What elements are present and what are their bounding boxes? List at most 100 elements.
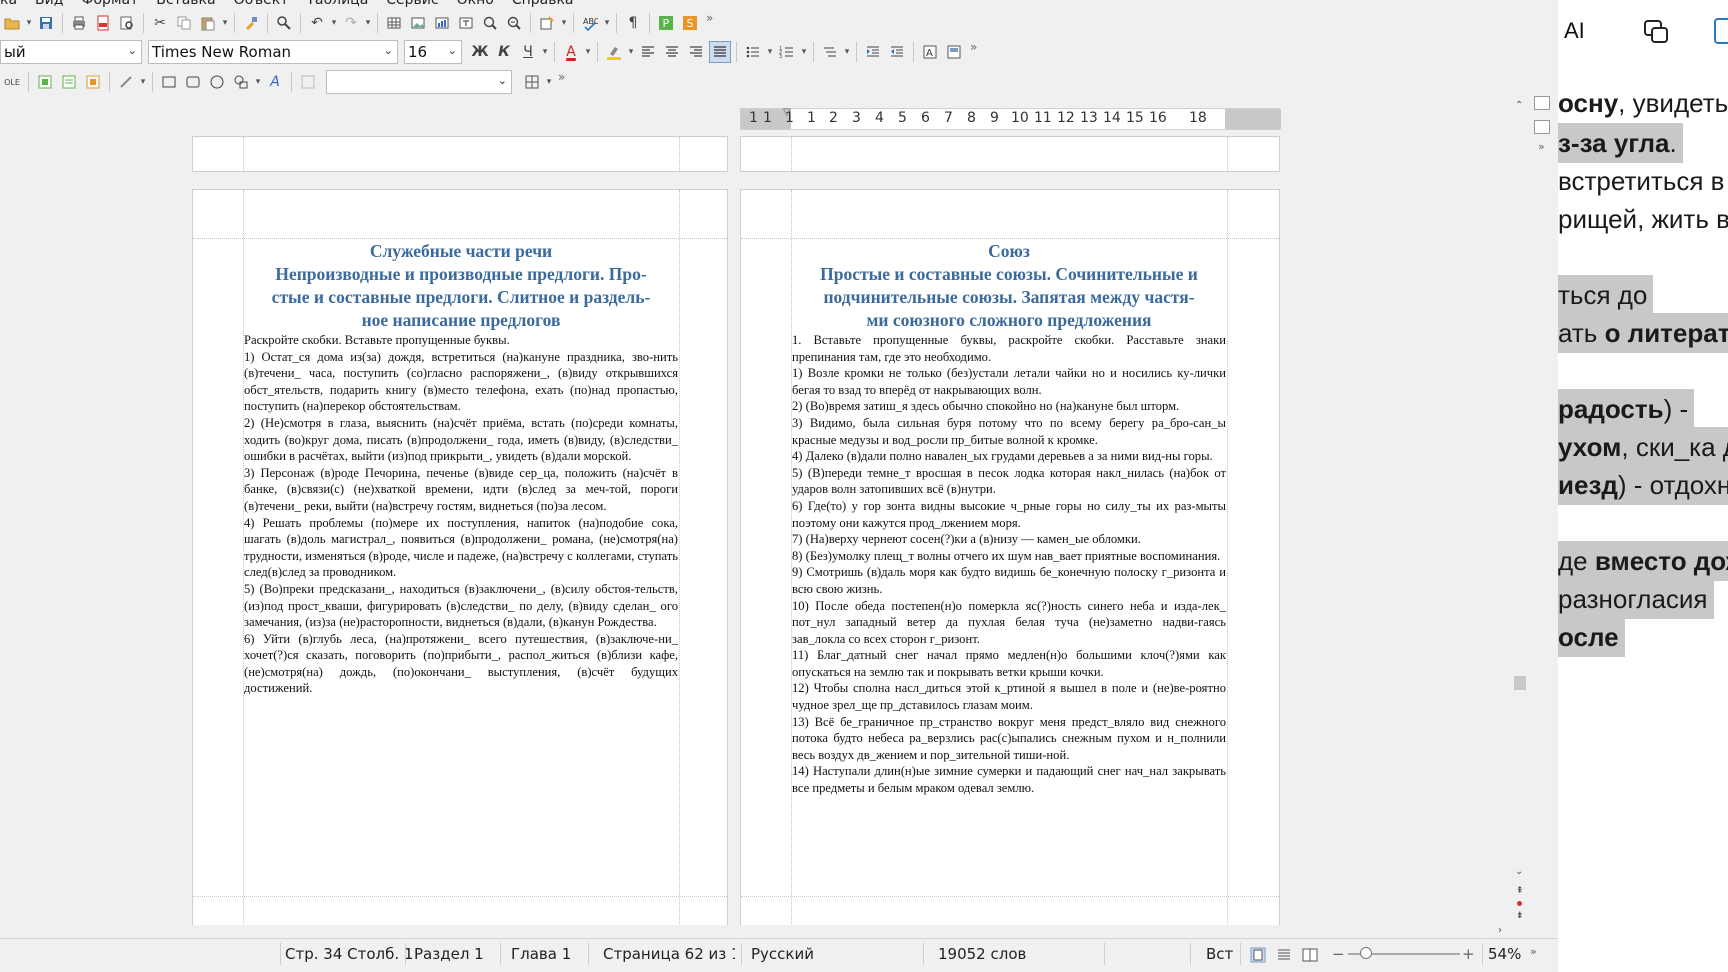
page-indicator[interactable]: Страница 62 из 130: [603, 945, 735, 963]
page-left-content[interactable]: Служебные части речи Непроизводные и прои…: [244, 240, 678, 697]
page-style-icon[interactable]: [943, 41, 965, 63]
print-icon[interactable]: [68, 12, 90, 34]
menu-item[interactable]: Вид: [35, 0, 63, 8]
document-canvas[interactable]: 1 1 1 1 2 3 4 5 6 7 8 9 10 11 12 13 14 15 16 18 ▽ Служебные …: [0, 96, 1520, 936]
page-right[interactable]: Союз Простые и составные союзы. Сочинител…: [740, 189, 1280, 936]
insert-table-icon[interactable]: [383, 12, 405, 34]
orange-form-icon[interactable]: [82, 71, 104, 93]
scroll-down-icon[interactable]: ⌄: [1515, 866, 1523, 877]
insert-chart-icon[interactable]: [431, 12, 453, 34]
chat-icon[interactable]: [1642, 18, 1670, 51]
toolbar-overflow-icon[interactable]: »: [706, 11, 713, 25]
zoom-in-icon[interactable]: [479, 12, 501, 34]
export-pdf-icon[interactable]: [92, 12, 114, 34]
bullet-list-dropdown-icon[interactable]: ▾: [765, 47, 775, 57]
underline-dropdown-icon[interactable]: ▾: [540, 47, 550, 57]
macro-s-icon[interactable]: S: [679, 12, 701, 34]
shapes-dropdown-icon[interactable]: ▾: [253, 77, 263, 87]
outline-dropdown-icon[interactable]: ▾: [842, 47, 852, 57]
undo-dropdown-icon[interactable]: ▾: [329, 18, 339, 28]
highlight-dropdown-icon[interactable]: ▾: [626, 47, 636, 57]
line-dropdown-icon[interactable]: ▾: [138, 77, 148, 87]
highlight-color-icon[interactable]: [603, 41, 625, 63]
insert-textbox-icon[interactable]: [455, 12, 477, 34]
previous-page-icon[interactable]: ⇞: [1516, 886, 1524, 896]
align-left-icon[interactable]: [637, 41, 659, 63]
rectangle-tool-icon[interactable]: [158, 71, 180, 93]
insert-image-icon[interactable]: [407, 12, 429, 34]
save-icon[interactable]: [35, 12, 57, 34]
styles-icon[interactable]: [1534, 120, 1550, 134]
spellcheck-icon[interactable]: ABC: [579, 12, 601, 34]
properties-icon[interactable]: [1534, 96, 1550, 110]
menu-item[interactable]: Формат: [81, 0, 138, 8]
paste-dropdown-icon[interactable]: ▾: [220, 18, 230, 28]
line-tool-icon[interactable]: [115, 71, 137, 93]
frame-icon[interactable]: [297, 71, 319, 93]
paragraph-dialog-icon[interactable]: A: [919, 41, 941, 63]
section-indicator[interactable]: Раздел 1: [414, 945, 484, 963]
horizontal-ruler[interactable]: 1 1 1 1 2 3 4 5 6 7 8 9 10 11 12 13 14 15 16 18 ▽: [740, 107, 1281, 130]
align-center-icon[interactable]: [661, 41, 683, 63]
page-right-content[interactable]: Союз Простые и составные союзы. Сочинител…: [792, 240, 1226, 797]
shapes-icon[interactable]: [230, 71, 252, 93]
open-folder-icon[interactable]: [1, 12, 23, 34]
italic-button[interactable]: К: [493, 41, 515, 63]
translate-icon[interactable]: [1714, 18, 1728, 44]
menu-item[interactable]: Справка: [512, 0, 574, 8]
menu-item[interactable]: Вставка: [156, 0, 215, 8]
fontwork-icon[interactable]: A: [264, 71, 286, 93]
cursor-position[interactable]: Стр. 34 Столб. 1: [285, 945, 413, 963]
redo-icon[interactable]: ↷: [340, 12, 362, 34]
green-field-icon[interactable]: [34, 71, 56, 93]
zoom-slider-handle[interactable]: [1360, 947, 1372, 959]
bold-button[interactable]: Ж: [469, 41, 491, 63]
menu-item[interactable]: Сервис: [386, 0, 438, 8]
menu-item[interactable]: Объект: [234, 0, 289, 8]
find-replace-icon[interactable]: [273, 12, 295, 34]
scroll-right-icon[interactable]: ›: [1498, 925, 1502, 936]
insert-mode[interactable]: Вст: [1206, 945, 1233, 963]
spellcheck-dropdown-icon[interactable]: ▾: [602, 18, 612, 28]
ai-button[interactable]: AI: [1564, 18, 1585, 44]
toolbar-overflow-icon[interactable]: »: [970, 40, 977, 54]
table-borders-icon[interactable]: [521, 71, 543, 93]
statusbar-overflow-icon[interactable]: »: [1530, 945, 1537, 958]
multi-page-view-icon[interactable]: [1276, 947, 1292, 967]
undo-icon[interactable]: ↶: [306, 12, 328, 34]
numbered-list-dropdown-icon[interactable]: ▾: [799, 47, 809, 57]
sidebar-collapse-icon[interactable]: »: [1538, 140, 1545, 153]
page-previous-left[interactable]: [192, 136, 728, 172]
cut-icon[interactable]: ✂: [149, 12, 171, 34]
underline-button[interactable]: Ч: [517, 41, 539, 63]
chapter-indicator[interactable]: Глава 1: [511, 945, 571, 963]
ellipse-tool-icon[interactable]: [206, 71, 228, 93]
redo-dropdown-icon[interactable]: ▾: [363, 18, 373, 28]
scrollbar-thumb[interactable]: [1514, 676, 1526, 690]
page-left[interactable]: Служебные части речи Непроизводные и прои…: [192, 189, 728, 936]
formatting-marks-icon[interactable]: ¶: [622, 12, 644, 34]
rounded-rect-tool-icon[interactable]: [182, 71, 204, 93]
word-count[interactable]: 19052 слов: [938, 945, 1026, 963]
menu-item[interactable]: Окно: [457, 0, 494, 8]
indent-marker-icon[interactable]: ▽: [783, 107, 791, 118]
clone-formatting-icon[interactable]: [240, 12, 262, 34]
table-borders-dropdown-icon[interactable]: ▾: [544, 77, 554, 87]
horizontal-scrollbar[interactable]: ›: [0, 925, 1520, 939]
zoom-in-icon[interactable]: +: [1462, 945, 1475, 963]
insert-special-dropdown-icon[interactable]: ▾: [559, 18, 569, 28]
menu-item[interactable]: Таблица: [306, 0, 368, 8]
bullet-list-icon[interactable]: [742, 41, 764, 63]
ole-object-icon[interactable]: OLE: [1, 71, 23, 93]
navigation-dot-icon[interactable]: [1517, 901, 1522, 906]
align-right-icon[interactable]: [685, 41, 707, 63]
insert-special-icon[interactable]: [536, 12, 558, 34]
page-previous-right[interactable]: [740, 136, 1280, 172]
outline-list-icon[interactable]: [819, 41, 841, 63]
paragraph-style-combo[interactable]: ый ⌄: [0, 40, 142, 64]
navigator-icon[interactable]: [503, 12, 525, 34]
font-size-combo[interactable]: 16 ⌄: [404, 40, 462, 64]
font-name-combo[interactable]: Times New Roman ⌄: [148, 40, 398, 64]
decrease-indent-icon[interactable]: [886, 41, 908, 63]
green-form-icon[interactable]: [58, 71, 80, 93]
